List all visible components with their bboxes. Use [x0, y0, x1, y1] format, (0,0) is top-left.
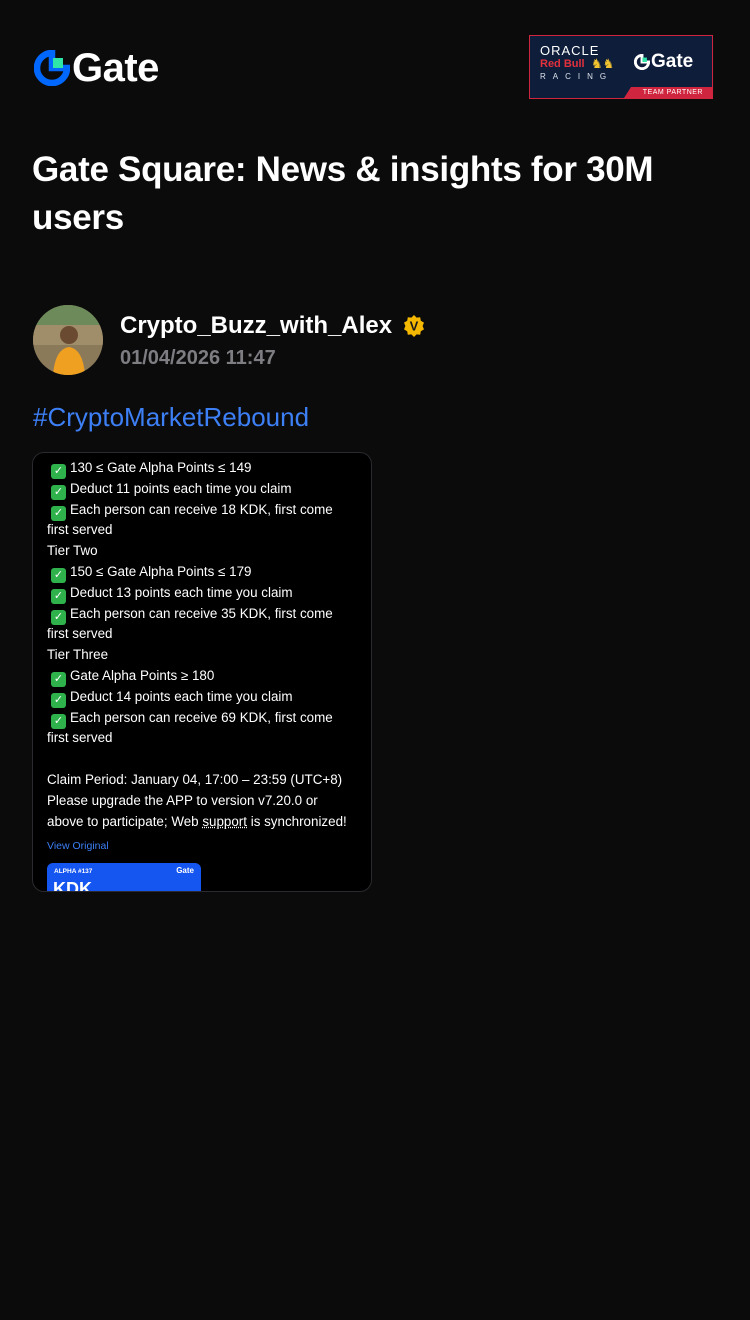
- check-icon: ✓: [51, 588, 66, 604]
- post-image-card[interactable]: ✓ 130 ≤ Gate Alpha Points ≤ 149 ✓ Deduct 1…: [32, 452, 372, 892]
- verified-mark: V: [410, 319, 419, 334]
- check-icon: ✓: [51, 713, 66, 729]
- thumb-gate-label: Gate: [176, 866, 194, 875]
- post-line: ✓ Gate Alpha Points ≥ 180: [47, 666, 363, 687]
- red-bull-text: Red Bull: [540, 58, 585, 70]
- post-line: ✓ Each person can receive 69 KDK, first c…: [47, 708, 363, 729]
- view-original-link[interactable]: View Original: [47, 840, 109, 852]
- gate-logo-icon: [34, 50, 70, 86]
- check-icon: ✓: [51, 505, 66, 521]
- post-line: ✓ Each person can receive 35 KDK, first c…: [47, 604, 363, 625]
- thumb-alpha-label: ALPHA #137: [54, 868, 93, 875]
- post-line: ✓ 130 ≤ Gate Alpha Points ≤ 149: [47, 458, 363, 479]
- post-line: ✓ Deduct 14 points each time you claim: [47, 687, 363, 708]
- avatar-photo: [33, 305, 103, 375]
- avatar[interactable]: [33, 305, 103, 375]
- gate-logo-icon: [634, 54, 650, 70]
- red-bull-emblem-icon: ♞♞: [591, 56, 615, 71]
- gate-logo[interactable]: Gate: [34, 48, 159, 88]
- post-line: ✓ Deduct 11 points each time you claim: [47, 479, 363, 500]
- author-name[interactable]: Crypto_Buzz_with_Alex V: [120, 310, 426, 342]
- post-line: Claim Period: January 04, 17:00 – 23:59 …: [47, 771, 343, 787]
- post-line: first served: [47, 730, 113, 746]
- post-line: Tier Two: [47, 543, 98, 559]
- post-line: first served: [47, 626, 113, 642]
- check-icon: ✓: [51, 464, 66, 479]
- post-line: above to participate; Web support is syn…: [47, 813, 347, 829]
- post-line: Please upgrade the APP to version v7.20.…: [47, 792, 318, 808]
- post-line: ✓ Deduct 13 points each time you claim: [47, 583, 363, 604]
- check-icon: ✓: [51, 567, 66, 583]
- post-line: ✓ 150 ≤ Gate Alpha Points ≤ 179: [47, 562, 363, 583]
- hashtag-link[interactable]: #CryptoMarketRebound: [33, 400, 309, 434]
- verified-badge-icon: V: [404, 315, 425, 337]
- post-timestamp: 01/04/2026 11:47: [120, 347, 276, 369]
- check-icon: ✓: [51, 692, 66, 708]
- post-content: ✓ 130 ≤ Gate Alpha Points ≤ 149 ✓ Deduct 1…: [47, 458, 363, 832]
- partner-gate-logo: Gate: [634, 51, 693, 73]
- check-icon: ✓: [51, 609, 66, 625]
- logo-text: Gate: [72, 46, 159, 90]
- post-line: ✓ Each person can receive 18 KDK, first c…: [47, 500, 363, 521]
- author-name-text: Crypto_Buzz_with_Alex: [120, 312, 393, 339]
- post-line: Tier Three: [47, 647, 109, 663]
- check-icon: ✓: [51, 484, 66, 500]
- post-line-blank: [47, 749, 363, 770]
- team-partner-strip: TEAM PARTNER: [624, 87, 712, 98]
- team-partner-badge: ORACLE Red Bull ♞♞ RACING Gate TEAM PART…: [529, 35, 713, 99]
- check-icon: ✓: [51, 671, 66, 687]
- post-line: first served: [47, 522, 113, 538]
- alpha-token-thumbnail[interactable]: ALPHA #137 Gate KDK: [47, 863, 201, 892]
- partner-gate-text: Gate: [651, 51, 694, 72]
- thumb-token-name: KDK: [53, 879, 92, 892]
- racing-text: RACING: [540, 72, 614, 81]
- page-title: Gate Square: News & insights for 30M use…: [32, 150, 654, 237]
